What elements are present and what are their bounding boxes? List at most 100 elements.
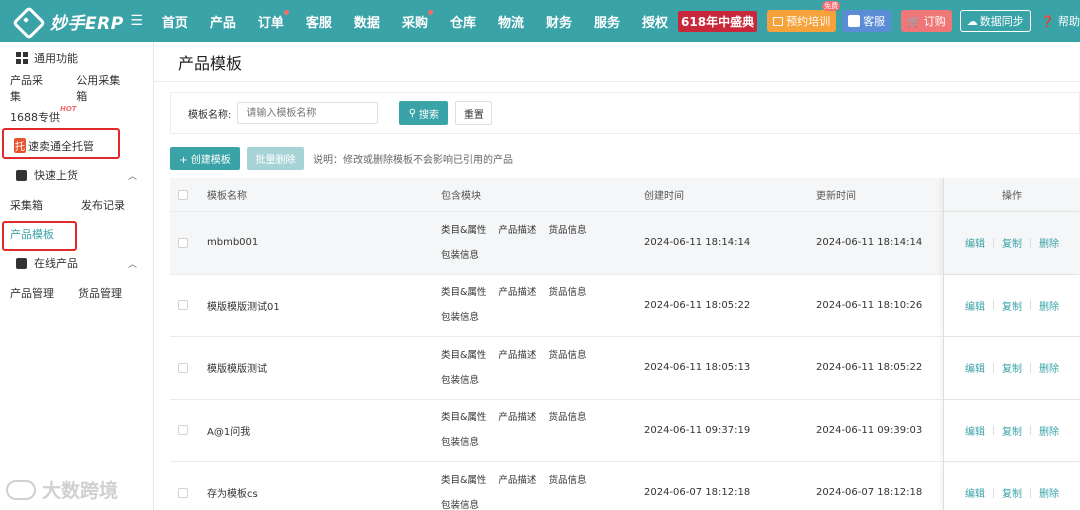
help-link[interactable]: ❓ 帮助 (1041, 13, 1080, 29)
copy-link[interactable]: 复制 (1002, 298, 1022, 313)
module-list: 类目&属性 产品描述 货品信息 包装信息 (441, 468, 621, 510)
module-tag: 货品信息 (548, 474, 587, 486)
copy-link[interactable]: 复制 (1002, 360, 1022, 375)
edit-link[interactable]: 编辑 (965, 360, 985, 375)
sidebar-item-public-collect-box[interactable]: 公用采集箱 (76, 72, 129, 104)
updated-time: 2024-06-11 18:14:14 (816, 237, 923, 249)
nav-order[interactable]: 订单 (258, 9, 289, 31)
subscribe-label: 订购 (923, 15, 946, 28)
nav-warehouse[interactable]: 仓库 (450, 12, 476, 31)
row-checkbox[interactable] (178, 362, 188, 373)
updated-time: 2024-06-07 18:12:18 (816, 487, 923, 499)
edit-link[interactable]: 编辑 (965, 423, 985, 438)
copy-link[interactable]: 复制 (1002, 423, 1022, 438)
nav-home[interactable]: 首页 (162, 12, 188, 31)
updated-time: 2024-06-11 18:10:26 (816, 299, 923, 311)
module-list: 类目&属性 产品描述 货品信息 包装信息 (441, 218, 621, 268)
grid-icon (16, 52, 28, 64)
data-sync-button[interactable]: ☁ 数据同步 (959, 10, 1031, 32)
header-updated-time: 更新时间 (816, 191, 856, 202)
edit-link[interactable]: 编辑 (965, 485, 985, 500)
sidebar-group-label: 快速上货 (34, 169, 78, 182)
sidebar-item-collect-box[interactable]: 采集箱 (10, 197, 43, 213)
updated-time: 2024-06-11 09:39:03 (816, 424, 923, 436)
nav-logistics[interactable]: 物流 (498, 12, 524, 31)
nav-services[interactable]: 服务 (594, 12, 620, 31)
module-tag: 包装信息 (441, 499, 480, 510)
sidebar-group-online[interactable]: 在线产品 ︿ (0, 248, 153, 278)
highlight-box (2, 221, 77, 251)
header-created-time: 创建时间 (644, 191, 684, 202)
sidebar-item-label: 1688专供 (10, 110, 60, 124)
sidebar-group-quick-listing[interactable]: 快速上货 ︿ (0, 160, 153, 190)
nav-data[interactable]: 数据 (354, 12, 380, 31)
row-checkbox[interactable] (178, 300, 188, 311)
sidebar-item-publish-log[interactable]: 发布记录 (81, 197, 125, 213)
select-all-checkbox[interactable] (178, 189, 188, 200)
divider (1030, 362, 1031, 373)
sidebar-item-1688[interactable]: 1688专供 HOT (0, 102, 153, 131)
sidebar-group-label: 在线产品 (34, 257, 78, 270)
table-header: 模板名称 包含模块 创建时间 更新时间 操作 (170, 178, 1080, 212)
created-time: 2024-06-11 18:05:22 (644, 299, 751, 311)
module-list: 类目&属性 产品描述 货品信息 包装信息 (441, 405, 621, 455)
nav-authorize[interactable]: 授权 (642, 12, 668, 31)
menu-toggle-icon[interactable]: ☰ (130, 13, 143, 29)
nav-product[interactable]: 产品 (210, 12, 236, 31)
customer-service-label: 客服 (863, 15, 886, 28)
help-icon: ❓ (1040, 15, 1055, 28)
logo[interactable]: 妙手ERP (0, 8, 130, 34)
nav-finance[interactable]: 财务 (546, 12, 572, 31)
module-tag: 产品描述 (498, 287, 537, 299)
module-tag: 包装信息 (441, 437, 480, 449)
updated-time: 2024-06-11 18:05:22 (816, 362, 923, 374)
batch-delete-button[interactable]: 批量删除 (247, 147, 304, 170)
sidebar-group-common[interactable]: 通用功能 (0, 43, 153, 73)
copy-link[interactable]: 复制 (1002, 235, 1022, 250)
reset-button[interactable]: 重置 (455, 101, 493, 125)
watermark-logo-icon (6, 479, 36, 500)
top-bar: 妙手ERP ☰ 首页 产品 订单 客服 数据 采购 仓库 物流 财务 服务 授权… (0, 0, 1080, 42)
table-row: mbmb001 类目&属性 产品描述 货品信息 包装信息 2024-06-11 … (170, 212, 1080, 275)
edit-link[interactable]: 编辑 (965, 298, 985, 313)
note-text: 说明：修改或删除模板不会影响已引用的产品 (313, 155, 513, 166)
customer-service-button[interactable]: 客服 (842, 10, 892, 32)
avatar-icon (848, 15, 861, 27)
header-operations: 操作 (1002, 191, 1022, 202)
delete-link[interactable]: 删除 (1039, 298, 1059, 313)
sidebar: 通用功能 产品采集 公用采集箱 1688专供 HOT 托 速卖通全托管 快速上货… (0, 42, 154, 510)
training-button[interactable]: 预约培训 免费 (767, 1, 841, 32)
delete-link[interactable]: 删除 (1039, 485, 1059, 500)
nav-service[interactable]: 客服 (306, 12, 332, 31)
template-name-input[interactable] (237, 102, 379, 124)
promo-banner[interactable]: 618年中盛典 (678, 10, 758, 32)
main-nav: 首页 产品 订单 客服 数据 采购 仓库 物流 财务 服务 授权 (162, 9, 690, 31)
copy-link[interactable]: 复制 (1002, 485, 1022, 500)
search-button[interactable]: ⚲ 搜索 (399, 101, 449, 125)
nav-purchase[interactable]: 采购 (402, 9, 433, 31)
data-sync-label: 数据同步 (979, 15, 1024, 28)
subscribe-button[interactable]: 🛒 订购 (901, 10, 952, 32)
delete-link[interactable]: 删除 (1039, 235, 1059, 250)
row-checkbox[interactable] (178, 487, 188, 498)
sidebar-row: 采集箱 发布记录 (0, 190, 153, 219)
bag-icon (16, 169, 27, 181)
operations-cell: 编辑 复制 删除 (943, 399, 1080, 461)
delete-link[interactable]: 删除 (1039, 423, 1059, 438)
divider (993, 487, 994, 498)
sidebar-item-product-collect[interactable]: 产品采集 (10, 72, 52, 104)
row-checkbox[interactable] (178, 425, 188, 436)
row-checkbox[interactable] (178, 237, 188, 248)
header-operations-cell: 操作 (943, 178, 1080, 211)
divider (993, 425, 994, 436)
template-name: A@1问我 (207, 426, 251, 438)
delete-link[interactable]: 删除 (1039, 360, 1059, 375)
module-tag: 类目&属性 (441, 412, 487, 424)
divider (993, 237, 994, 248)
chevron-up-icon: ︿ (127, 259, 137, 270)
edit-link[interactable]: 编辑 (965, 235, 985, 250)
create-template-button[interactable]: + 创建模板 (170, 147, 240, 170)
sidebar-item-product-manage[interactable]: 产品管理 (10, 285, 54, 301)
hot-badge: HOT (60, 104, 77, 113)
sidebar-item-goods-manage[interactable]: 货品管理 (78, 285, 122, 301)
